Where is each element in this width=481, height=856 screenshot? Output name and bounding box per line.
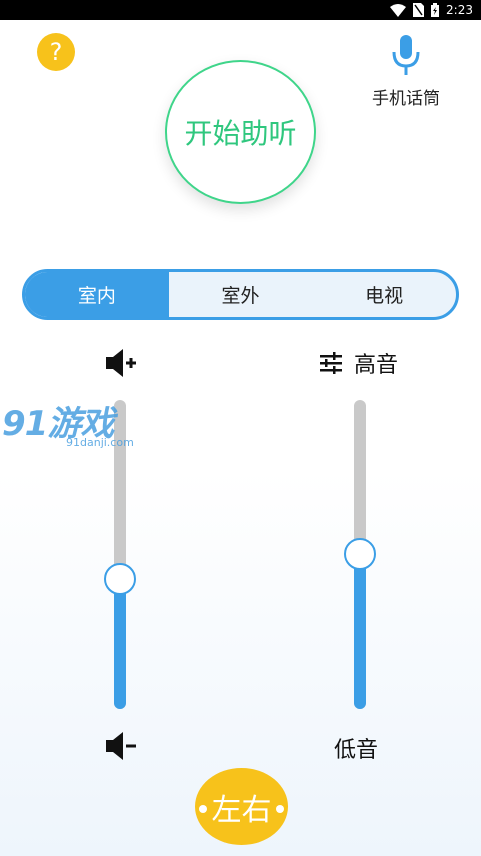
left-right-label: 左右: [211, 792, 272, 828]
treble-label: 高音: [354, 353, 399, 378]
status-bar: 2:23: [0, 0, 481, 20]
tab-tv[interactable]: 电视: [312, 272, 456, 317]
tab-outdoor[interactable]: 室外: [169, 272, 313, 317]
treble-bass-slider-fill: [354, 554, 366, 709]
tab-indoor[interactable]: 室内: [25, 272, 169, 317]
treble-bass-slider[interactable]: [344, 400, 376, 709]
start-hearing-label: 开始助听: [184, 117, 297, 150]
bass-label: 低音: [334, 738, 379, 763]
treble-header: 高音: [318, 346, 398, 380]
microphone-icon: [392, 35, 420, 75]
tab-tv-label: 电视: [365, 285, 404, 307]
watermark-url: 91danji.com: [66, 436, 134, 449]
battery-icon: [431, 3, 440, 17]
start-hearing-button[interactable]: 开始助听: [165, 60, 316, 204]
status-time: 2:23: [446, 3, 473, 17]
help-button[interactable]: ?: [37, 33, 75, 71]
phone-mic-label: 手机话筒: [372, 89, 440, 109]
help-icon: ?: [49, 38, 63, 66]
tab-outdoor-label: 室外: [221, 285, 260, 307]
volume-down-icon: [106, 732, 136, 760]
volume-slider-fill: [114, 579, 126, 709]
status-icons: 2:23: [390, 2, 473, 18]
tab-indoor-label: 室内: [77, 285, 116, 307]
left-right-balance-button[interactable]: 左右: [195, 768, 288, 845]
equalizer-icon: [320, 352, 342, 374]
volume-up-icon: [106, 349, 136, 377]
no-sim-icon: [413, 3, 425, 17]
mode-tabs: 室内 室外 电视: [22, 269, 459, 320]
left-dot: [199, 805, 207, 813]
right-dot: [276, 805, 284, 813]
phone-mic-button[interactable]: 手机话筒: [362, 33, 450, 113]
volume-slider-thumb[interactable]: [104, 563, 136, 595]
watermark: 91游戏 91danji.com: [0, 396, 140, 456]
treble-bass-slider-thumb[interactable]: [344, 538, 376, 570]
wifi-icon: [390, 3, 407, 17]
